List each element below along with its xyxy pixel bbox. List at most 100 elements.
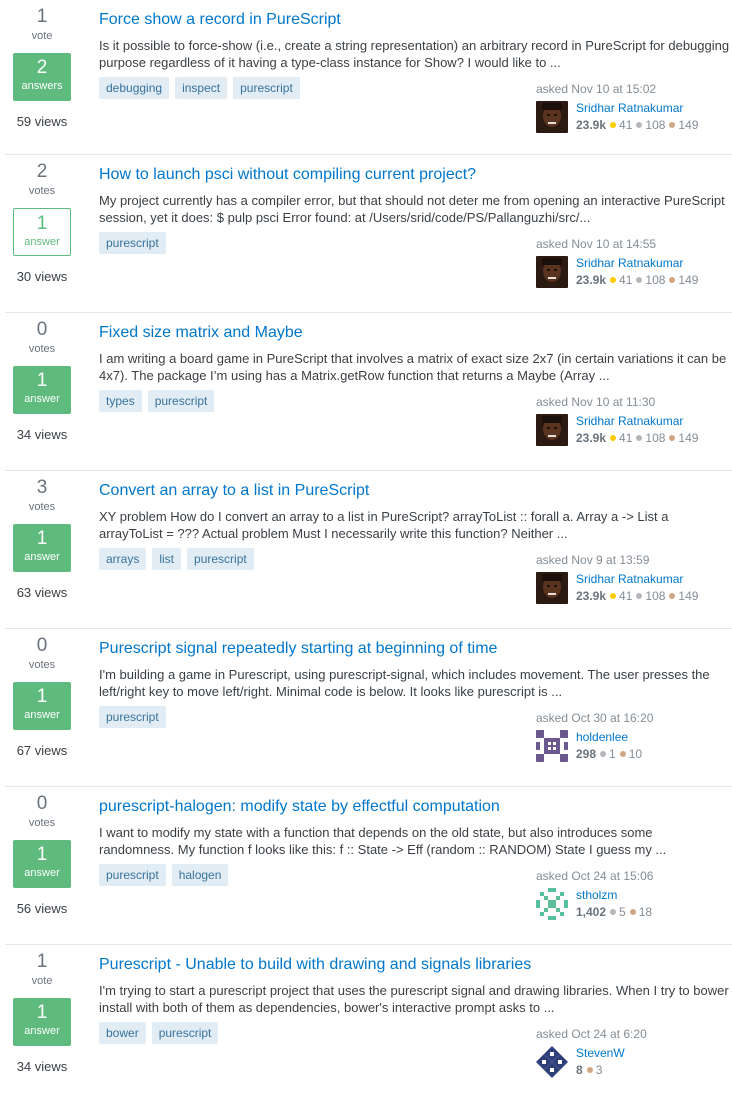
question-title-link[interactable]: How to launch psci without compiling cur… — [99, 165, 476, 185]
gold-badge-count-value: 41 — [619, 273, 633, 287]
tag-purescript[interactable]: purescript — [99, 706, 166, 728]
answer-label: answer — [24, 709, 60, 721]
tag-purescript[interactable]: purescript — [147, 390, 215, 412]
asked-time: asked Oct 30 at 16:20 — [536, 711, 654, 725]
user-reputation-badges: 298 1 10 — [576, 747, 646, 762]
gold-badge-icon — [610, 277, 617, 283]
asked-time: asked Nov 9 at 13:59 — [536, 553, 650, 567]
bronze-badge-count-value: 18 — [638, 905, 653, 919]
view-count: 56 views — [16, 901, 68, 916]
tag-arrays[interactable]: arrays — [99, 548, 147, 570]
answer-count: 1 — [36, 370, 48, 391]
user-avatar[interactable] — [536, 572, 568, 604]
user-name-link[interactable]: Sridhar Ratnakumar — [576, 256, 683, 271]
vote-label: vote — [31, 975, 53, 987]
user-name-link[interactable]: Sridhar Ratnakumar — [576, 101, 683, 116]
user-info: asked Nov 10 at 11:30 Sridhar Ratnakumar 2… — [536, 395, 732, 446]
bronze-badge-icon — [669, 277, 676, 283]
vote-count: 3 — [36, 477, 48, 498]
vote-label: votes — [28, 185, 56, 197]
bronze-badge-count: 18 — [629, 905, 653, 919]
bronze-badge-count-value: 149 — [678, 589, 699, 603]
user-name-link[interactable]: StevenW — [576, 1046, 625, 1061]
user-name-link[interactable]: holdenlee — [576, 730, 628, 745]
tag-purescript[interactable]: purescript — [151, 1022, 219, 1044]
gold-badge-count: 41 — [610, 431, 632, 445]
question-summary: 0 votes 1 answer 56 views purescript-halogen:… — [5, 787, 732, 945]
user-avatar[interactable] — [536, 414, 568, 446]
gold-badge-count-value: 41 — [619, 589, 633, 603]
question-title-link[interactable]: Convert an array to a list in PureScript — [99, 481, 369, 501]
bronze-badge-count: 149 — [669, 589, 698, 603]
user-reputation-badges: 23.9k 41 108 149 — [576, 273, 702, 288]
answer-count-box: 1 answer — [13, 840, 71, 888]
bronze-badge-icon — [586, 1067, 593, 1073]
question-title-link[interactable]: Force show a record in PureScript — [99, 10, 341, 30]
tag-list: bower purescript — [99, 1022, 219, 1044]
tag-types[interactable]: types — [99, 390, 142, 412]
tag-debugging[interactable]: debugging — [99, 77, 170, 99]
user-avatar[interactable] — [536, 730, 568, 762]
silver-badge-count: 108 — [636, 273, 665, 287]
tag-inspect[interactable]: inspect — [175, 77, 228, 99]
tag-bower[interactable]: bower — [99, 1022, 146, 1044]
answer-count: 1 — [36, 1002, 48, 1023]
tag-purescript[interactable]: purescript — [99, 864, 166, 886]
question-summary: 1 vote 1 answer 34 views Purescript - Unable … — [5, 945, 732, 1095]
silver-badge-count-value: 108 — [645, 118, 666, 132]
view-count: 34 views — [16, 1059, 68, 1074]
bronze-badge-icon — [629, 909, 636, 915]
user-avatar[interactable] — [536, 101, 568, 133]
user-avatar[interactable] — [536, 1046, 568, 1078]
question-excerpt: I am writing a board game in PureScript … — [99, 351, 727, 383]
tag-purescript[interactable]: purescript — [233, 77, 300, 99]
vote-label: votes — [28, 343, 56, 355]
vote-label: votes — [28, 817, 56, 829]
user-details: Sridhar Ratnakumar 23.9k 41 108 149 — [536, 256, 732, 288]
bronze-badge-icon — [669, 593, 676, 599]
vote-count: 2 — [36, 161, 48, 182]
question-title-link[interactable]: Purescript - Unable to build with drawin… — [99, 955, 531, 975]
user-name-link[interactable]: Sridhar Ratnakumar — [576, 414, 683, 429]
gold-badge-icon — [610, 435, 617, 441]
tag-purescript[interactable]: purescript — [187, 548, 254, 570]
user-name-link[interactable]: Sridhar Ratnakumar — [576, 572, 683, 587]
gold-badge-count: 41 — [610, 118, 632, 132]
question-title-link[interactable]: Purescript signal repeatedly starting at… — [99, 639, 497, 659]
reputation-score: 23.9k — [576, 118, 607, 132]
bronze-badge-icon — [669, 435, 676, 441]
bronze-badge-icon — [619, 751, 626, 757]
user-avatar[interactable] — [536, 888, 568, 920]
silver-badge-count: 108 — [636, 589, 665, 603]
bronze-badge-count: 10 — [619, 747, 642, 761]
question-title-link[interactable]: purescript-halogen: modify state by effe… — [99, 797, 500, 817]
reputation-score: 23.9k — [576, 431, 607, 445]
user-name-link[interactable]: stholzm — [576, 888, 617, 903]
bronze-badge-count-value: 149 — [678, 118, 699, 132]
view-count: 30 views — [16, 269, 68, 284]
silver-badge-icon — [600, 751, 607, 757]
vote-count: 1 — [36, 6, 48, 27]
answer-count-box: 2 answers — [13, 53, 71, 101]
asked-time: asked Nov 10 at 14:55 — [536, 237, 657, 251]
tag-purescript[interactable]: purescript — [99, 232, 166, 254]
reputation-score: 23.9k — [576, 273, 607, 287]
user-reputation-badges: 83 — [576, 1063, 606, 1078]
user-details: Sridhar Ratnakumar 23.9k 41 108 149 — [536, 101, 732, 133]
bronze-badge-icon — [669, 122, 676, 128]
silver-badge-count: 5 — [610, 905, 626, 919]
user-avatar[interactable] — [536, 256, 568, 288]
view-count: 63 views — [16, 585, 68, 600]
tag-list: types purescript — [99, 390, 215, 412]
user-reputation-badges: 23.9k 41 108 149 — [576, 431, 702, 446]
tag-list[interactable]: list — [152, 548, 182, 570]
gold-badge-count-value: 41 — [619, 431, 633, 445]
question-list: 1 vote 2 answers 59 views Force show a record… — [0, 0, 732, 1095]
asked-time: asked Oct 24 at 15:06 — [536, 869, 654, 883]
question-title-link[interactable]: Fixed size matrix and Maybe — [99, 323, 303, 343]
answer-count: 2 — [36, 57, 48, 78]
question-summary: 3 votes 1 answer 63 views Convert an array to… — [5, 471, 732, 629]
answer-label: answer — [24, 551, 60, 563]
silver-badge-count: 108 — [636, 118, 665, 132]
tag-halogen[interactable]: halogen — [171, 864, 229, 886]
